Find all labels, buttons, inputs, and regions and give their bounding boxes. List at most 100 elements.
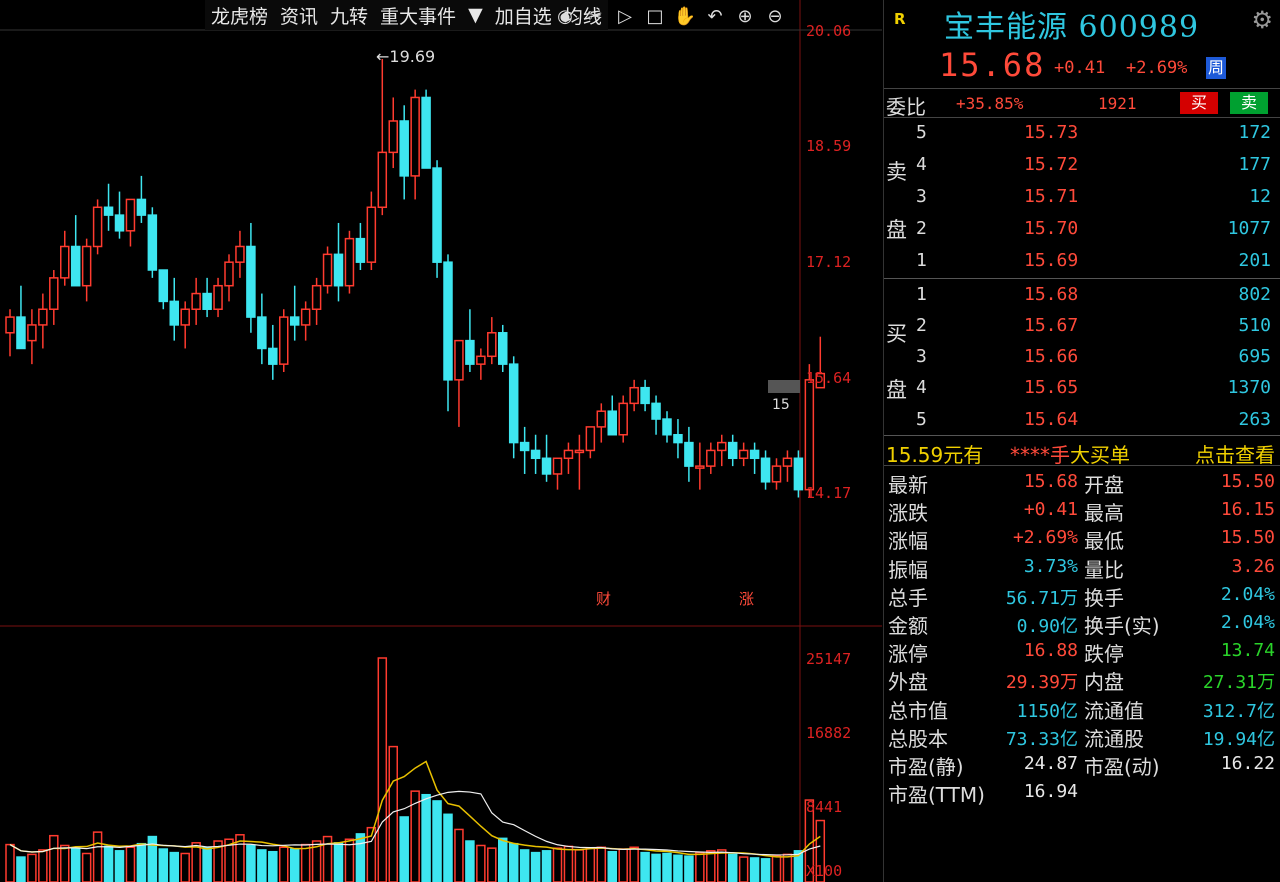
- volume-bar: [136, 842, 147, 882]
- bid-price: 15.68: [1024, 284, 1079, 305]
- candle-body: [519, 441, 530, 452]
- volume-bar: [38, 849, 48, 882]
- candle-body: [114, 214, 125, 232]
- stat-value: 2.04%: [1220, 583, 1275, 605]
- bid-row[interactable]: 3 15.66 695: [884, 342, 1280, 372]
- bid-qty: 695: [1238, 346, 1271, 367]
- price-axis-label: 15.64: [806, 369, 852, 387]
- volume-bar: [49, 834, 59, 882]
- bid-row[interactable]: 5 15.64 263: [884, 405, 1280, 435]
- event-marker-finance: 财: [596, 590, 611, 608]
- stat-value: 56.71万: [1005, 587, 1078, 609]
- candle-body: [771, 465, 782, 483]
- price-axis-label: 14.17: [806, 484, 852, 502]
- candle-body: [465, 339, 475, 365]
- bid-row[interactable]: 4 15.65 1370: [884, 373, 1280, 403]
- bid-row[interactable]: 1 15.68 802: [884, 280, 1280, 310]
- stat-value: 16.22: [1220, 753, 1275, 774]
- volume-bar: [607, 850, 617, 882]
- candle-body: [202, 292, 212, 310]
- candle-body: [673, 433, 683, 444]
- toolbar-longhu[interactable]: 龙虎榜: [205, 2, 274, 29]
- bid-level: 3: [916, 346, 927, 367]
- candle-body: [508, 363, 519, 444]
- bid-row[interactable]: 2 15.67 510: [884, 311, 1280, 341]
- price-axis-label: 20.06: [806, 22, 852, 40]
- volume-bar: [344, 838, 355, 882]
- undo-icon[interactable]: ↶: [702, 3, 728, 29]
- ask-row[interactable]: 2 15.70 1077: [884, 214, 1280, 244]
- candle-body: [92, 206, 103, 248]
- kline-chart[interactable]: ←19.69 15 财 涨: [0, 0, 882, 882]
- stat-label: 流通值: [1084, 698, 1144, 723]
- sell-button[interactable]: 卖: [1230, 92, 1268, 114]
- big-order-row[interactable]: 15.59元有 ****手 大买单 点击查看: [884, 437, 1280, 468]
- stat-row: 最新 15.68 开盘 15.50: [884, 468, 1280, 497]
- stat-label: 金额: [888, 614, 928, 638]
- ask-row[interactable]: 1 15.69 201: [884, 246, 1280, 276]
- buy-button[interactable]: 买: [1180, 92, 1218, 114]
- price-change-pct: +2.69%: [1126, 58, 1188, 78]
- volume-axis-label: 25147: [806, 650, 852, 668]
- ask-row[interactable]: 5 15.73 172: [884, 118, 1280, 148]
- volume-bar: [180, 852, 190, 882]
- volume-bar: [158, 848, 169, 882]
- toolbar-add-watchlist[interactable]: 加自选: [489, 2, 558, 29]
- stat-row: 涨幅 +2.69% 最低 15.50: [884, 524, 1280, 554]
- toolbar-news[interactable]: 资讯: [274, 2, 324, 29]
- stat-label: 流通股: [1084, 726, 1144, 751]
- last-price: 15.68: [939, 46, 1046, 84]
- period-badge[interactable]: 周: [1206, 57, 1226, 79]
- volume-bar: [191, 842, 201, 882]
- stat-label: 内盘: [1084, 670, 1124, 695]
- volume-bar: [618, 848, 628, 882]
- lock-icon[interactable]: □: [642, 3, 668, 29]
- current-price-box: [768, 380, 800, 393]
- candle-body: [706, 449, 716, 467]
- ask-row[interactable]: 4 15.72 177: [884, 150, 1280, 180]
- candle-body: [169, 300, 179, 326]
- candle-body: [289, 316, 300, 326]
- zoom-out-icon[interactable]: ⊖: [762, 3, 788, 29]
- ask-row[interactable]: 3 15.71 12: [884, 182, 1280, 212]
- big-order-view-link[interactable]: 点击查看: [1195, 439, 1275, 468]
- big-order-price: 15.59元有: [886, 443, 984, 467]
- candle-body: [5, 316, 15, 334]
- gear-icon[interactable]: ⚙: [1251, 6, 1273, 34]
- volume-bar: [651, 853, 661, 882]
- candle-body: [574, 449, 585, 454]
- stat-label: 最高: [1084, 501, 1124, 526]
- kline-chart-area[interactable]: ←19.69 15 财 涨 龙虎榜 资讯 九转 重大事件 ▼ 加自选 均线 ◉ ✂ ▷…: [0, 0, 882, 882]
- candle-body: [498, 332, 508, 365]
- play-icon[interactable]: ▷: [612, 3, 638, 29]
- stat-row: 振幅 3.73% 量比 3.26: [884, 553, 1280, 582]
- bid-price: 15.64: [1024, 409, 1079, 430]
- chevron-down-icon[interactable]: ▼: [462, 4, 489, 26]
- candle-body: [16, 316, 26, 350]
- toolbar-major-events[interactable]: 重大事件: [374, 2, 462, 29]
- toolbar-jiuzhuan[interactable]: 九转: [324, 2, 374, 29]
- volume-bar: [541, 850, 552, 882]
- stat-value: 2.04%: [1220, 612, 1275, 633]
- ask-price: 15.69: [1024, 250, 1079, 271]
- scissors-icon[interactable]: ✂: [582, 3, 608, 29]
- eye-icon[interactable]: ◉: [552, 3, 578, 29]
- candle-body: [311, 284, 322, 310]
- hand-icon[interactable]: ✋: [672, 3, 698, 29]
- stat-row: 市盈(TTM) 16.94: [884, 778, 1280, 807]
- price-axis-label: 17.12: [806, 253, 852, 271]
- candle-body: [793, 457, 804, 491]
- zoom-in-icon[interactable]: ⊕: [732, 3, 758, 29]
- candle-body: [782, 457, 793, 467]
- stock-name: 宝丰能源: [944, 10, 1068, 45]
- stat-value: +0.41: [1023, 499, 1078, 521]
- stat-label: 涨幅: [888, 529, 928, 554]
- candle-body: [147, 214, 158, 271]
- stat-row: 涨跌 +0.41 最高 16.15: [884, 496, 1280, 526]
- stat-label: 换手: [1084, 585, 1124, 610]
- volume-bar: [596, 846, 607, 882]
- volume-bar: [673, 854, 683, 882]
- ask-level: 2: [916, 218, 927, 239]
- stat-value: 15.50: [1220, 527, 1275, 549]
- candle-body: [432, 167, 442, 263]
